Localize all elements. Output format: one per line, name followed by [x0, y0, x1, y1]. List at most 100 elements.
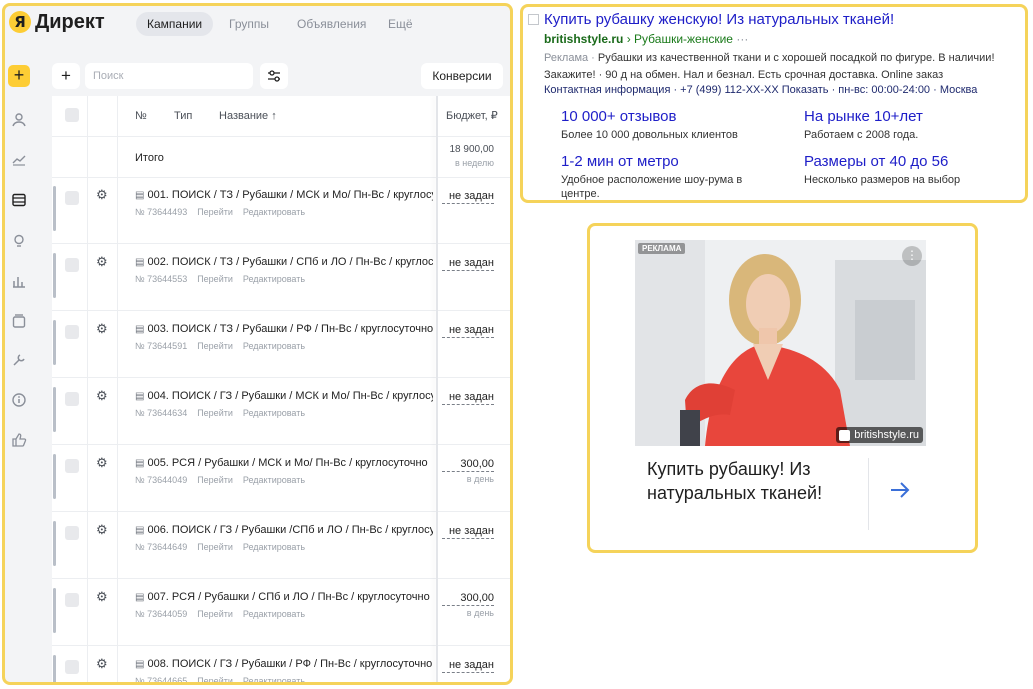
- campaign-budget[interactable]: не задан: [442, 323, 494, 338]
- library-icon[interactable]: [11, 313, 27, 329]
- row-checkbox[interactable]: [65, 526, 79, 540]
- edit-link[interactable]: Редактировать: [243, 609, 305, 619]
- conversions-button[interactable]: Конверсии: [421, 63, 503, 89]
- gear-icon[interactable]: ⚙: [96, 455, 108, 471]
- edit-link[interactable]: Редактировать: [243, 542, 305, 552]
- arrow-right-icon[interactable]: [888, 478, 912, 502]
- sitelink-reviews[interactable]: 10 000+ отзывов Более 10 000 довольных к…: [561, 108, 791, 142]
- campaign-budget[interactable]: не задан: [442, 256, 494, 271]
- tab-ads[interactable]: Объявления: [286, 12, 377, 36]
- tab-more[interactable]: Ещё: [377, 12, 424, 36]
- campaign-budget[interactable]: не задан: [442, 524, 494, 539]
- edit-link[interactable]: Редактировать: [243, 274, 305, 284]
- campaign-name[interactable]: ▤ 006. ПОИСК / ГЗ / Рубашки /СПб и ЛО / П…: [135, 524, 433, 536]
- campaign-budget[interactable]: 300,00: [442, 591, 494, 606]
- tools-icon[interactable]: [11, 352, 27, 368]
- table-row[interactable]: ⚙ ▤ 004. ПОИСК / ГЗ / Рубашки / МСК и Мо/ …: [52, 385, 510, 452]
- go-link[interactable]: Перейти: [197, 408, 233, 418]
- sitelink-title[interactable]: 1-2 мин от метро: [561, 153, 771, 170]
- edit-link[interactable]: Редактировать: [243, 676, 305, 682]
- campaign-name[interactable]: ▤ 007. РСЯ / Рубашки / СПб и ЛО / Пн-Вс /…: [135, 591, 433, 603]
- edit-link[interactable]: Редактировать: [243, 475, 305, 485]
- sitelink-metro[interactable]: 1-2 мин от метро Удобное расположение шо…: [561, 153, 771, 200]
- gear-icon[interactable]: ⚙: [96, 589, 108, 605]
- campaign-name[interactable]: ▤ 004. ПОИСК / ГЗ / Рубашки / МСК и Мо/ П…: [135, 390, 433, 402]
- campaign-budget[interactable]: не задан: [442, 658, 494, 673]
- stats-icon[interactable]: [11, 151, 27, 167]
- table-row[interactable]: ⚙ ▤ 003. ПОИСК / ТЗ / Рубашки / РФ / Пн-Вс…: [52, 318, 510, 385]
- select-all-checkbox[interactable]: [65, 108, 79, 122]
- sitelink-title[interactable]: На рынке 10+лет: [804, 108, 1025, 125]
- campaign-budget[interactable]: не задан: [442, 390, 494, 405]
- sitelink-title[interactable]: 10 000+ отзывов: [561, 108, 791, 125]
- ad-path[interactable]: › Рубашки-женские: [627, 32, 733, 46]
- go-link[interactable]: Перейти: [197, 475, 233, 485]
- gear-icon[interactable]: ⚙: [96, 321, 108, 337]
- reports-icon[interactable]: [11, 273, 27, 289]
- go-link[interactable]: Перейти: [197, 341, 233, 351]
- gear-icon[interactable]: ⚙: [96, 656, 108, 672]
- sitelink-market[interactable]: На рынке 10+лет Работаем с 2008 года.: [804, 108, 1025, 142]
- ad-domain[interactable]: britishstyle.ru: [544, 32, 623, 46]
- ad-headline[interactable]: Купить рубашку! Из натуральных тканей!: [647, 457, 857, 505]
- campaigns-icon[interactable]: [11, 192, 27, 208]
- table-row[interactable]: ⚙ ▤ 006. ПОИСК / ГЗ / Рубашки /СПб и ЛО / …: [52, 519, 510, 586]
- gear-icon[interactable]: ⚙: [96, 388, 108, 404]
- user-icon[interactable]: [11, 112, 27, 128]
- row-checkbox[interactable]: [65, 191, 79, 205]
- go-link[interactable]: Перейти: [197, 676, 233, 682]
- edit-link[interactable]: Редактировать: [243, 408, 305, 418]
- row-checkbox[interactable]: [65, 459, 79, 473]
- row-checkbox[interactable]: [65, 325, 79, 339]
- idea-icon[interactable]: [11, 233, 27, 249]
- sitelink-sizes[interactable]: Размеры от 40 до 56 Несколько размеров н…: [804, 153, 1025, 187]
- filter-settings-button[interactable]: [260, 63, 288, 89]
- table-row[interactable]: ⚙ ▤ 007. РСЯ / Рубашки / СПб и ЛО / Пн-Вс …: [52, 586, 510, 653]
- ad-photo[interactable]: РЕКЛАМА ⋮ britishstyle.ru: [635, 240, 926, 446]
- edit-link[interactable]: Редактировать: [243, 207, 305, 217]
- tab-groups[interactable]: Группы: [218, 12, 280, 36]
- campaign-name[interactable]: ▤ 003. ПОИСК / ТЗ / Рубашки / РФ / Пн-Вс …: [135, 323, 433, 335]
- row-checkbox[interactable]: [65, 660, 79, 674]
- edit-link[interactable]: Редактировать: [243, 341, 305, 351]
- go-link[interactable]: Перейти: [197, 207, 233, 217]
- go-link[interactable]: Перейти: [197, 274, 233, 284]
- table-row[interactable]: ⚙ ▤ 001. ПОИСК / ТЗ / Рубашки / МСК и Мо/ …: [52, 184, 510, 251]
- yandex-logo-icon[interactable]: Я: [9, 11, 31, 33]
- thumbs-up-icon[interactable]: [11, 432, 27, 448]
- go-link[interactable]: Перейти: [197, 609, 233, 619]
- campaign-budget[interactable]: не задан: [442, 189, 494, 204]
- tab-campaigns[interactable]: Кампании: [136, 12, 214, 36]
- table-row[interactable]: ⚙ ▤ 002. ПОИСК / ТЗ / Рубашки / СПб и ЛО /…: [52, 251, 510, 318]
- campaign-name[interactable]: ▤ 001. ПОИСК / ТЗ / Рубашки / МСК и Мо/ П…: [135, 189, 433, 201]
- campaign-name[interactable]: ▤ 002. ПОИСК / ТЗ / Рубашки / СПб и ЛО / …: [135, 256, 433, 268]
- create-button[interactable]: +: [8, 65, 30, 87]
- col-header-budget[interactable]: Бюджет, ₽: [446, 96, 498, 136]
- go-link[interactable]: Перейти: [197, 542, 233, 552]
- ad-domain-badge[interactable]: britishstyle.ru: [836, 427, 923, 443]
- col-header-num[interactable]: №: [135, 96, 147, 136]
- gear-icon[interactable]: ⚙: [96, 187, 108, 203]
- col-header-name[interactable]: Название ↑: [219, 96, 277, 136]
- gear-icon[interactable]: ⚙: [96, 254, 108, 270]
- table-row[interactable]: ⚙ ▤ 008. ПОИСК / ГЗ / Рубашки / РФ / Пн-Вс…: [52, 653, 510, 682]
- campaign-name[interactable]: ▤ 008. ПОИСК / ГЗ / Рубашки / РФ / Пн-Вс …: [135, 658, 433, 670]
- more-dots-icon[interactable]: ···: [736, 32, 748, 46]
- search-input[interactable]: [85, 63, 253, 89]
- campaign-name[interactable]: ▤ 005. РСЯ / Рубашки / МСК и Мо/ Пн-Вс / …: [135, 457, 433, 469]
- ad-display-url[interactable]: britishstyle.ru › Рубашки-женские ···: [544, 32, 748, 46]
- col-header-type[interactable]: Тип: [174, 96, 192, 136]
- ad-title-link[interactable]: Купить рубашку женскую! Из натуральных т…: [544, 11, 894, 28]
- add-campaign-button[interactable]: +: [52, 63, 80, 89]
- app-logo-text[interactable]: Директ: [35, 11, 105, 34]
- row-checkbox[interactable]: [65, 593, 79, 607]
- row-checkbox[interactable]: [65, 258, 79, 272]
- gear-icon[interactable]: ⚙: [96, 522, 108, 538]
- campaign-budget[interactable]: 300,00: [442, 457, 494, 472]
- info-icon[interactable]: [11, 392, 27, 408]
- table-row[interactable]: ⚙ ▤ 005. РСЯ / Рубашки / МСК и Мо/ Пн-Вс /…: [52, 452, 510, 519]
- more-options-icon[interactable]: ⋮: [902, 246, 922, 266]
- ad-contacts-line[interactable]: Контактная информация · +7 (499) 112-ХХ-…: [544, 84, 1025, 96]
- row-checkbox[interactable]: [65, 392, 79, 406]
- sitelink-title[interactable]: Размеры от 40 до 56: [804, 153, 1025, 170]
